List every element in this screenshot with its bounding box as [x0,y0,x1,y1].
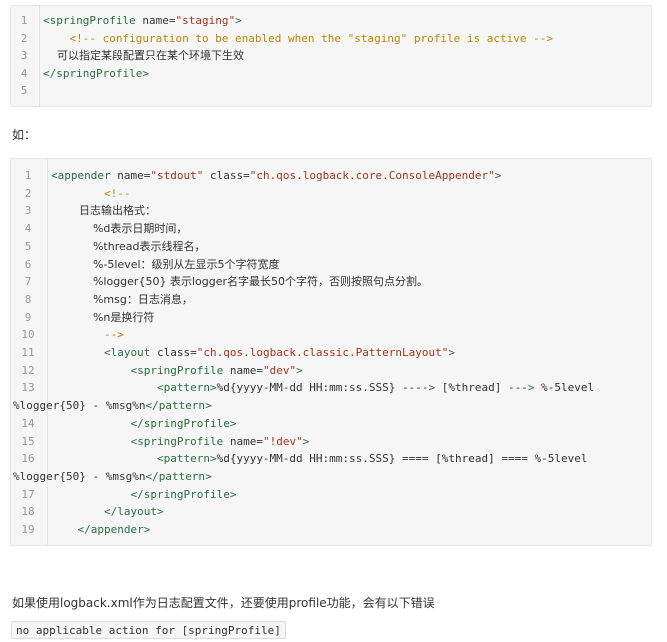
code-line: 9 %n是换行符 [11,309,651,327]
code-line: 7 %logger{50} 表示logger名字最长50个字符，否则按照句点分割… [11,273,651,291]
line-number: 18 [21,505,35,519]
code-line: 11 <layout class="ch.qos.logback.classic… [11,344,651,362]
code-text: </springProfile> [130,487,237,501]
paragraph-example-label: 如： [12,128,37,142]
code-line: 4 %d表示日期时间， [11,220,651,238]
line-number: 13 [21,381,35,395]
code-text: %logger{50} 表示logger名字最长50个字符，否则按照句点分割。 [51,275,428,289]
line-number: 3 [20,49,28,62]
line-number: 4 [20,66,28,80]
code-line: 19 </appender> [11,521,651,539]
code-text: %msg：日志消息， [51,292,193,306]
line-number: 5 [20,84,28,97]
line-number: 4 [24,222,32,236]
code-text: </springProfile> [130,416,237,430]
code-text: <layout class="ch.qos.logback.classic.Pa… [103,346,456,359]
code-text: <!-- configuration to be enabled when th… [43,31,553,45]
line-number: 9 [24,310,32,324]
line-number: 5 [24,239,32,253]
code-line: 2 <!-- [11,185,651,203]
code-text: %n是换行符 [51,310,155,324]
code-text: </appender> [77,523,151,536]
code-text: %logger{50} - %msg%n</pattern> [13,469,212,483]
code-block-appender: 1 <appender name="stdout" class="ch.qos.l… [10,158,652,546]
line-number: 3 [24,204,32,218]
line-number: 19 [21,523,35,536]
code-line: 15 <springProfile name="!dev"> [11,433,651,451]
line-number: 12 [21,363,35,377]
line-number: 8 [24,292,32,306]
inline-code-error: no applicable action for [springProfile] [11,621,286,639]
code-line: 12 <springProfile name="dev"> [11,362,651,380]
code-text: <!-- [51,186,131,200]
code-text: <pattern>%d{yyyy-MM-dd HH:mm:ss.SSS} ---… [156,381,595,395]
code-text: %-5level：级别从左显示5个字符宽度 [51,257,280,271]
code-text: </springProfile> [43,66,149,80]
code-line: 3 日志输出格式： [11,202,651,220]
code-block-spring-profile: 1 <springProfile name="staging"> 2 <!-- co… [10,5,652,107]
code-text: --> [51,328,124,342]
code-text: <springProfile name="dev"> [130,363,303,377]
code-line: 18 </layout> [11,503,651,521]
code-text: %thread表示线程名， [51,239,206,253]
line-number: 1 [20,14,28,27]
code-line: 2 <!-- configuration to be enabled when … [11,30,651,48]
code-line: 5 %thread表示线程名， [11,238,651,256]
line-number: 6 [24,257,32,271]
code-line-wrap: %logger{50} - %msg%n</pattern> [11,468,651,486]
code-line: 13 <pattern>%d{yyyy-MM-dd HH:mm:ss.SSS} … [11,379,651,397]
code-line: 17 </springProfile> [11,486,651,504]
code-line: 1 <appender name="stdout" class="ch.qos.l… [11,167,651,185]
line-number: 11 [21,346,35,359]
code-line: 16 <pattern>%d{yyyy-MM-dd HH:mm:ss.SSS} … [11,450,651,468]
code-text: 日志输出格式： [51,204,156,218]
line-number: 1 [24,169,32,182]
code-text: </layout> [103,505,164,519]
line-number: 7 [24,275,32,289]
line-number: 10 [21,328,35,342]
code-line: 14 </springProfile> [11,415,651,433]
line-number: 16 [21,452,35,466]
line-number: 17 [21,487,35,501]
code-line: 3 可以指定某段配置只在某个环境下生效 [11,47,651,65]
line-number: 2 [20,31,28,45]
code-line: 1 <springProfile name="staging"> [11,12,651,30]
code-line: 4 </springProfile> [11,65,651,83]
paragraph-logback-note: 如果使用logback.xml作为日志配置文件，还要使用profile功能，会有… [12,596,435,610]
code-text: %logger{50} - %msg%n</pattern> [13,399,212,413]
code-text: <springProfile name="!dev"> [130,434,310,448]
code-line: 5 [11,82,651,100]
code-line: 6 %-5level：级别从左显示5个字符宽度 [11,256,651,274]
code-line: 10 --> [11,326,651,344]
code-text: <pattern>%d{yyyy-MM-dd HH:mm:ss.SSS} ===… [156,452,588,466]
code-text: %d表示日期时间， [51,222,188,236]
code-text: <appender name="stdout" class="ch.qos.lo… [51,169,502,182]
code-text: <springProfile name="staging"> [43,14,242,27]
code-line-wrap: %logger{50} - %msg%n</pattern> [11,397,651,415]
line-number: 2 [24,186,32,200]
line-number: 14 [21,416,35,430]
code-line: 8 %msg：日志消息， [11,291,651,309]
line-number: 15 [21,434,35,448]
code-text: 可以指定某段配置只在某个环境下生效 [43,49,244,62]
